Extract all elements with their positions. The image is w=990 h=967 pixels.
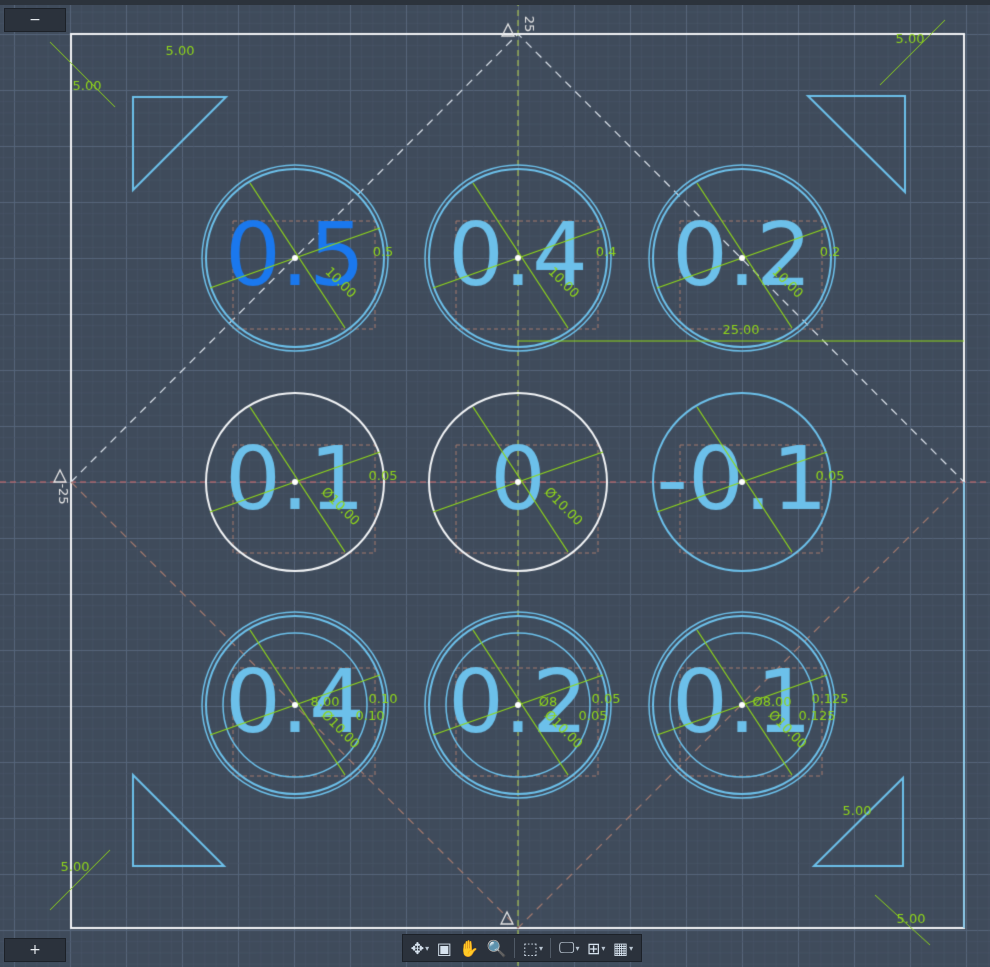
zoom-in-button[interactable]: + [4, 938, 66, 962]
look-at-icon[interactable]: ▣ [437, 939, 452, 958]
pan-icon[interactable]: ✋ [459, 939, 479, 958]
display-settings-icon[interactable]: 🖵 ▾ [559, 938, 579, 958]
grid-settings-icon[interactable]: ⊞ ▾ [587, 939, 605, 958]
toolbar-separator [550, 938, 552, 958]
toolbar-separator [514, 938, 516, 958]
zoom-icon[interactable]: 🔍 [487, 939, 507, 958]
viewports-icon[interactable]: ▦ ▾ [613, 939, 633, 958]
fit-icon[interactable]: ⬚ ▾ [523, 939, 543, 958]
zoom-out-button[interactable]: − [4, 8, 66, 32]
top-strip [0, 0, 990, 5]
sketch-canvas[interactable] [0, 0, 990, 967]
orbit-icon[interactable]: ✥ ▾ [411, 939, 429, 958]
navigation-bar: ✥ ▾ ▣ ✋ 🔍 ⬚ ▾ 🖵 ▾ ⊞ ▾ ▦ ▾ [402, 934, 642, 962]
